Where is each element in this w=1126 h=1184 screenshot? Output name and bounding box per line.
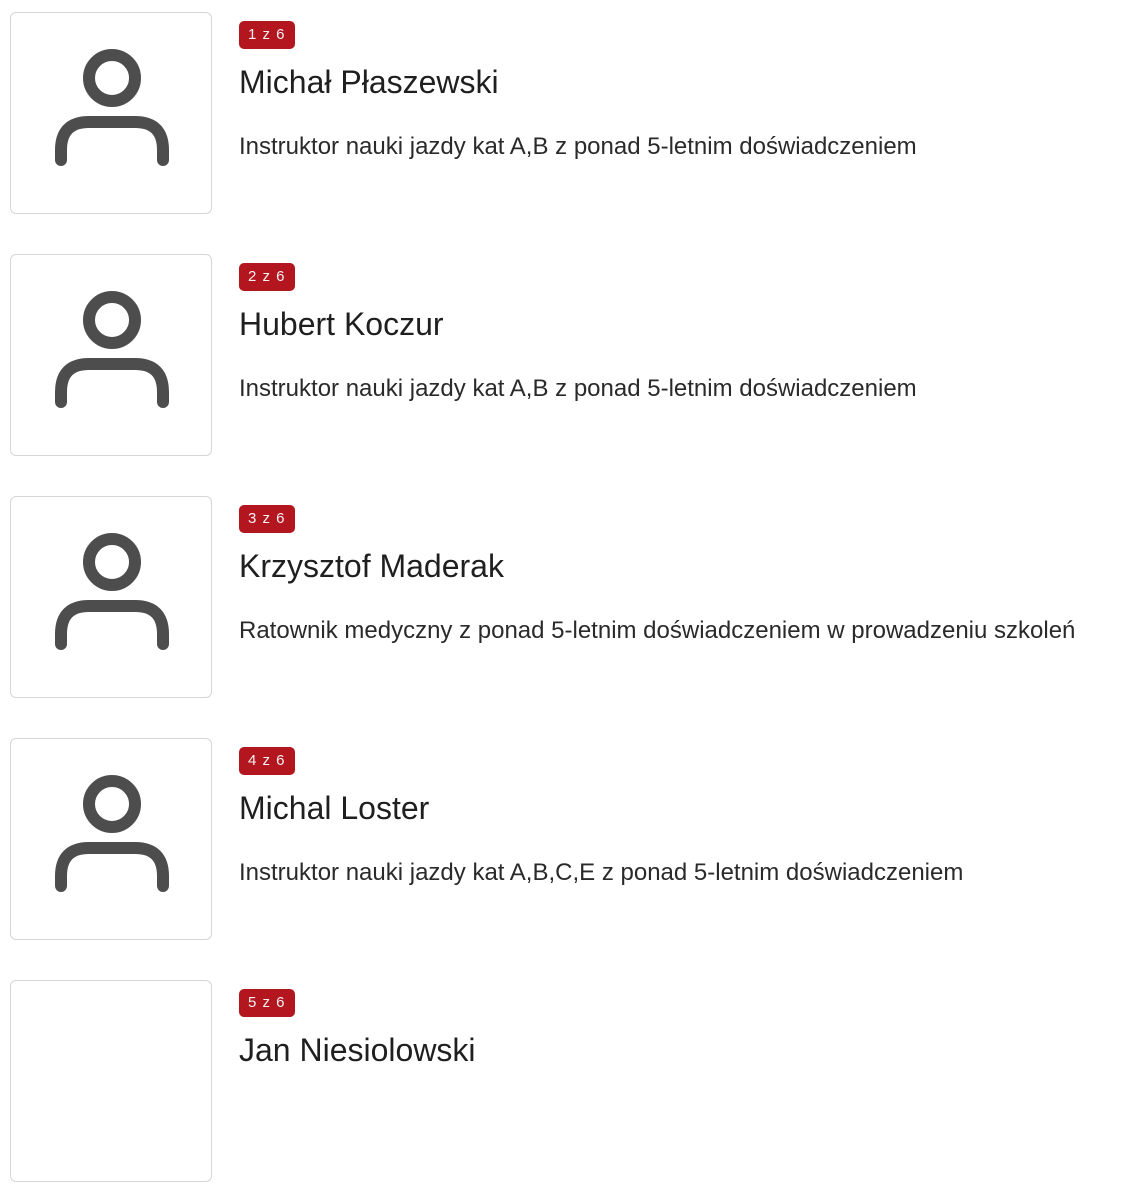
instructor-card-5: 5 z 6 Jan Niesiolowski: [0, 980, 1126, 1184]
position-badge: 1 z 6: [239, 21, 295, 49]
user-icon: [55, 49, 169, 166]
position-badge: 5 z 6: [239, 989, 295, 1017]
instructor-description: Ratownik medyczny z ponad 5-letnim doświ…: [239, 617, 1076, 644]
instructor-card-1: 1 z 6 Michał Płaszewski Instruktor nauki…: [0, 12, 1126, 216]
instructor-name: Michał Płaszewski: [239, 64, 499, 100]
user-icon: [55, 775, 169, 892]
position-badge: 3 z 6: [239, 505, 295, 533]
avatar: [10, 254, 212, 456]
position-badge: 4 z 6: [239, 747, 295, 775]
position-badge: 2 z 6: [239, 263, 295, 291]
avatar: [10, 496, 212, 698]
instructor-name: Krzysztof Maderak: [239, 548, 504, 584]
instructor-description: Instruktor nauki jazdy kat A,B z ponad 5…: [239, 375, 917, 402]
instructor-card-3: 3 z 6 Krzysztof Maderak Ratownik medyczn…: [0, 496, 1126, 700]
user-icon: [55, 291, 169, 408]
instructor-description: Instruktor nauki jazdy kat A,B,C,E z pon…: [239, 859, 964, 886]
instructor-name: Jan Niesiolowski: [239, 1032, 476, 1068]
instructor-description: Instruktor nauki jazdy kat A,B z ponad 5…: [239, 133, 917, 160]
instructor-name: Michal Loster: [239, 790, 430, 826]
instructor-card-4: 4 z 6 Michal Loster Instruktor nauki jaz…: [0, 738, 1126, 942]
avatar: [10, 980, 212, 1182]
instructor-name: Hubert Koczur: [239, 306, 444, 342]
instructor-card-2: 2 z 6 Hubert Koczur Instruktor nauki jaz…: [0, 254, 1126, 458]
avatar: [10, 738, 212, 940]
avatar: [10, 12, 212, 214]
user-icon: [55, 533, 169, 650]
